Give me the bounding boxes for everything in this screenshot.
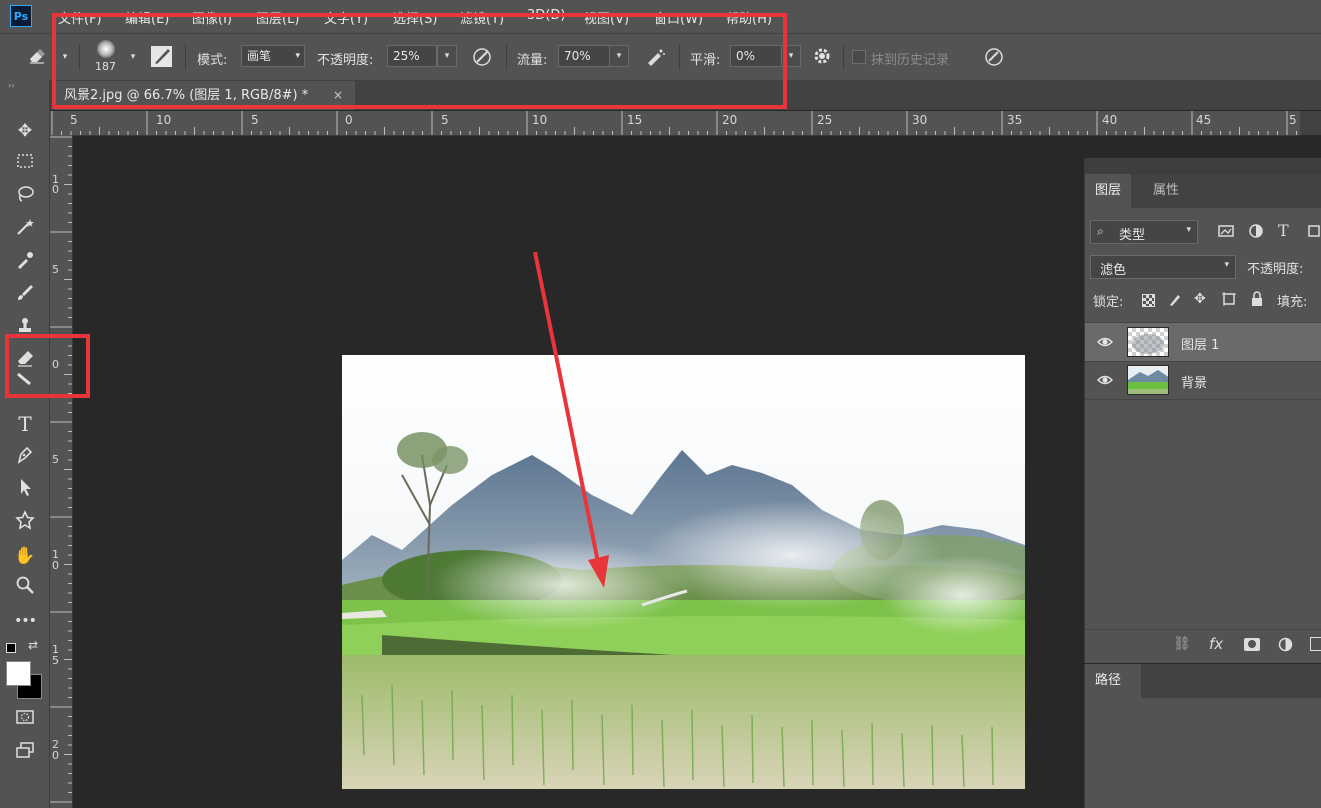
blend-mode-value: 滤色 (1100, 263, 1127, 278)
shape-filter-icon[interactable] (1306, 223, 1321, 239)
layer-name: 背景 (1181, 376, 1208, 391)
type-filter-icon[interactable]: T (1278, 221, 1294, 240)
new-group-icon[interactable] (1310, 637, 1321, 651)
add-mask-icon[interactable] (1244, 638, 1260, 651)
layers-footer: ⛓ fx (1085, 629, 1321, 664)
lock-label: 锁定: (1093, 295, 1124, 310)
layer-thumbnail (1127, 365, 1169, 395)
adjustment-layer-icon[interactable] (1278, 637, 1293, 652)
eye-icon[interactable] (1097, 372, 1113, 388)
link-layers-icon[interactable]: ⛓ (1173, 636, 1191, 652)
blend-mode-select[interactable]: 滤色 ▾ (1090, 255, 1236, 279)
tab-layers[interactable]: 图层 (1085, 174, 1132, 208)
lock-transparent-icon[interactable] (1142, 294, 1155, 307)
fill-label: 填充: (1277, 295, 1308, 310)
paths-panel: 路径 (1084, 664, 1321, 808)
tab-properties[interactable]: 属性 (1143, 174, 1189, 208)
tab-paths[interactable]: 路径 (1085, 664, 1141, 698)
adjustment-filter-icon[interactable] (1248, 223, 1264, 239)
lock-all-icon[interactable] (1250, 291, 1264, 307)
lock-artboard-icon[interactable] (1221, 291, 1237, 307)
layer-opacity-label: 不透明度: (1247, 262, 1304, 277)
lock-pixels-icon[interactable] (1167, 291, 1183, 307)
layer-row[interactable]: 图层 1 (1085, 322, 1321, 362)
chevron-down-icon: ▾ (1224, 260, 1229, 270)
lock-position-icon[interactable]: ✥ (1194, 291, 1210, 307)
layer-thumbnail (1127, 327, 1169, 357)
layer-filter-select[interactable]: ⌕ 类型 ▾ (1090, 220, 1198, 244)
image-filter-icon[interactable] (1218, 223, 1234, 239)
layer-row[interactable]: 背景 (1085, 361, 1321, 400)
layer-filter-value: 类型 (1119, 228, 1146, 243)
fx-icon[interactable]: fx (1209, 635, 1223, 653)
layers-panel: 图层 属性 ⌕ 类型 ▾ T 滤色 ▾ 不透明度: 锁定: ✥ 填充: 图层 1… (1084, 174, 1321, 663)
chevron-down-icon: ▾ (1186, 225, 1191, 235)
eye-icon[interactable] (1097, 334, 1113, 350)
search-icon: ⌕ (1097, 224, 1104, 238)
layer-name: 图层 1 (1181, 338, 1220, 353)
